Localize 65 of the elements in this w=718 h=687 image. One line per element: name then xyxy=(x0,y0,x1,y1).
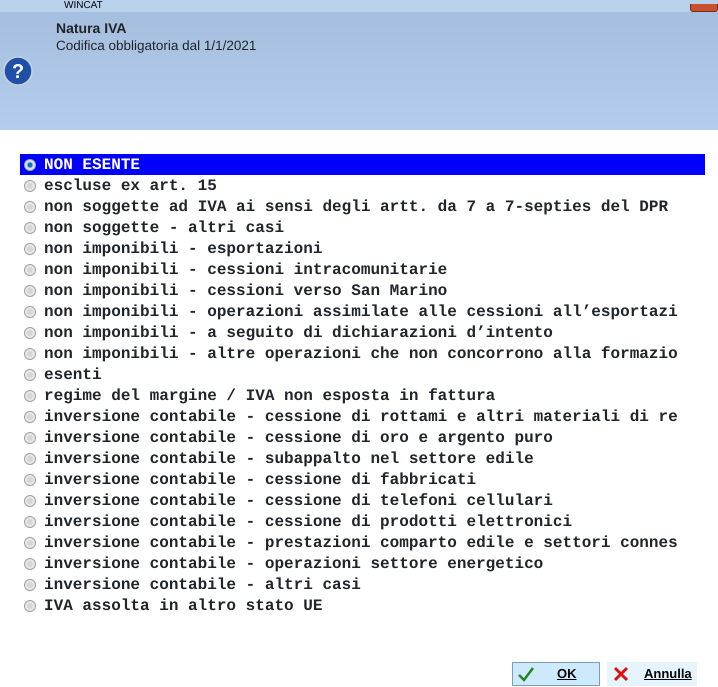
radio-button[interactable] xyxy=(24,200,36,212)
radio-button[interactable] xyxy=(24,494,36,506)
option-label: non imponibili - cessioni verso San Marino xyxy=(44,280,448,302)
option-row[interactable]: IVA assolta in altro stato UE xyxy=(20,595,705,616)
option-row[interactable]: esenti xyxy=(20,364,705,385)
option-label: inversione contabile - cessione di prodotti elettronici xyxy=(44,512,572,532)
radio-button[interactable] xyxy=(24,600,36,612)
option-label: regime del margine / IVA non esposta in fattura xyxy=(44,386,496,406)
option-label: inversione contabile - operazioni settore energetico xyxy=(44,554,544,574)
radio-button[interactable] xyxy=(24,284,36,296)
option-label: inversione contabile - cessione di fabbricati xyxy=(44,470,476,490)
radio-button[interactable] xyxy=(24,474,36,486)
option-row[interactable]: inversione contabile - operazioni settore energetico xyxy=(20,553,705,574)
option-row[interactable]: NON ESENTE xyxy=(20,154,705,175)
option-row[interactable]: non imponibili - cessioni intracomunitarie xyxy=(20,259,705,280)
window-title: WINCAT xyxy=(64,0,103,12)
radio-button[interactable] xyxy=(24,180,36,192)
radio-button[interactable] xyxy=(24,452,36,464)
option-row[interactable]: inversione contabile - altri casi xyxy=(20,574,705,595)
radio-button[interactable] xyxy=(24,390,36,402)
radio-button[interactable] xyxy=(24,264,36,276)
cancel-button[interactable]: Annulla xyxy=(607,662,697,686)
radio-button[interactable] xyxy=(24,368,36,380)
option-row[interactable]: non imponibili - esportazioni xyxy=(20,238,705,259)
dialog-subtitle: Codifica obbligatoria dal 1/1/2021 xyxy=(56,37,256,54)
radio-button[interactable] xyxy=(24,326,36,338)
close-button[interactable] xyxy=(690,4,718,12)
radio-button[interactable] xyxy=(24,306,36,318)
option-label: inversione contabile - cessione di telefoni cellulari xyxy=(44,490,553,512)
dialog-title: Natura IVA xyxy=(56,20,128,37)
option-row[interactable]: inversione contabile - cessione di oro e argento puro xyxy=(20,427,705,448)
ok-button[interactable]: OK xyxy=(512,662,600,686)
radio-button[interactable] xyxy=(24,242,36,254)
radio-button[interactable] xyxy=(24,536,36,548)
radio-button[interactable] xyxy=(24,432,36,444)
option-label: IVA assolta in altro stato UE xyxy=(44,596,322,616)
option-row[interactable]: escluse ex art. 15 xyxy=(20,175,705,196)
radio-button[interactable] xyxy=(24,558,36,570)
radio-button[interactable] xyxy=(24,348,36,360)
option-label: inversione contabile - subappalto nel settore edile xyxy=(44,448,534,470)
option-label: non imponibili - cessioni intracomunitarie xyxy=(44,260,448,280)
option-label: non soggette - altri casi xyxy=(44,218,284,238)
option-row[interactable]: non imponibili - a seguito di dichiarazioni d’intento xyxy=(20,322,705,343)
radio-button[interactable] xyxy=(24,516,36,528)
option-row[interactable]: inversione contabile - cessione di fabbricati xyxy=(20,469,705,490)
option-row[interactable]: inversione contabile - cessione di prodotti elettronici xyxy=(20,511,705,532)
option-label: escluse ex art. 15 xyxy=(44,176,217,196)
option-label: esenti xyxy=(44,364,102,386)
option-row[interactable]: inversione contabile - subappalto nel settore edile xyxy=(20,448,705,469)
option-label: NON ESENTE xyxy=(44,154,140,176)
help-icon: ? xyxy=(3,56,33,86)
radio-button[interactable] xyxy=(24,410,36,422)
radio-button[interactable] xyxy=(24,158,36,170)
option-row[interactable]: non imponibili - cessioni verso San Marino xyxy=(20,280,705,301)
checkmark-icon xyxy=(517,665,535,683)
radio-button[interactable] xyxy=(24,578,36,590)
x-icon xyxy=(612,665,630,683)
radio-button[interactable] xyxy=(24,222,36,234)
option-row[interactable]: non soggette - altri casi xyxy=(20,217,705,238)
option-label: non imponibili - a seguito di dichiarazioni d’intento xyxy=(44,322,553,344)
option-label: inversione contabile - cessione di oro e argento puro xyxy=(44,428,553,448)
option-row[interactable]: inversione contabile - cessione di telefoni cellulari xyxy=(20,490,705,511)
option-label: non imponibili - esportazioni xyxy=(44,238,322,260)
option-label: inversione contabile - altri casi xyxy=(44,574,361,596)
option-row[interactable]: regime del margine / IVA non esposta in fattura xyxy=(20,385,705,406)
